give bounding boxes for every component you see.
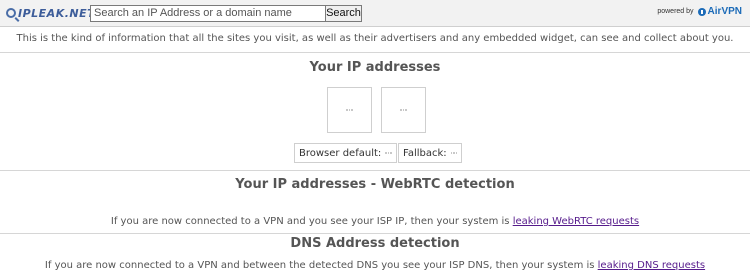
divider bbox=[0, 52, 750, 53]
dns-note-text: If you are now connected to a VPN and be… bbox=[44, 260, 598, 271]
search-button[interactable]: Search bbox=[325, 5, 362, 22]
dns-leak-link[interactable]: leaking DNS requests bbox=[598, 260, 705, 271]
loading-icon bbox=[450, 152, 458, 154]
powered-by-label: powered by bbox=[657, 8, 694, 15]
top-bar: IPLEAK.NET Search powered by AirVPN bbox=[0, 0, 750, 27]
loading-icon bbox=[385, 152, 392, 154]
browser-default-label: Browser default: bbox=[299, 147, 382, 159]
dns-note: If you are now connected to a VPN and be… bbox=[0, 260, 750, 271]
intro-text: This is the kind of information that all… bbox=[16, 33, 734, 44]
divider bbox=[0, 233, 750, 234]
ip-section-title: Your IP addresses bbox=[309, 60, 441, 75]
browser-default-chip: Browser default: bbox=[294, 143, 397, 163]
logo-text: IPLEAK.NET bbox=[18, 6, 96, 20]
ip-address-box bbox=[381, 87, 426, 133]
webrtc-leak-link[interactable]: leaking WebRTC requests bbox=[513, 216, 639, 227]
ip-address-box bbox=[327, 87, 372, 133]
airvpn-brand: AirVPN bbox=[707, 6, 742, 17]
fallback-chip: Fallback: bbox=[398, 143, 463, 163]
ipleak-logo[interactable]: IPLEAK.NET bbox=[6, 5, 95, 21]
search-input[interactable] bbox=[90, 5, 333, 22]
loading-icon bbox=[400, 109, 407, 111]
webrtc-note: If you are now connected to a VPN and yo… bbox=[0, 216, 750, 227]
divider bbox=[0, 170, 750, 171]
webrtc-note-text: If you are now connected to a VPN and yo… bbox=[110, 216, 513, 227]
dns-section-title: DNS Address detection bbox=[290, 236, 460, 251]
airvpn-logo-icon bbox=[697, 7, 706, 16]
magnifier-icon bbox=[6, 8, 16, 18]
loading-icon bbox=[346, 109, 353, 111]
fallback-label: Fallback: bbox=[403, 147, 447, 159]
webrtc-section-title: Your IP addresses - WebRTC detection bbox=[235, 177, 515, 192]
powered-by[interactable]: powered by AirVPN bbox=[657, 6, 742, 17]
